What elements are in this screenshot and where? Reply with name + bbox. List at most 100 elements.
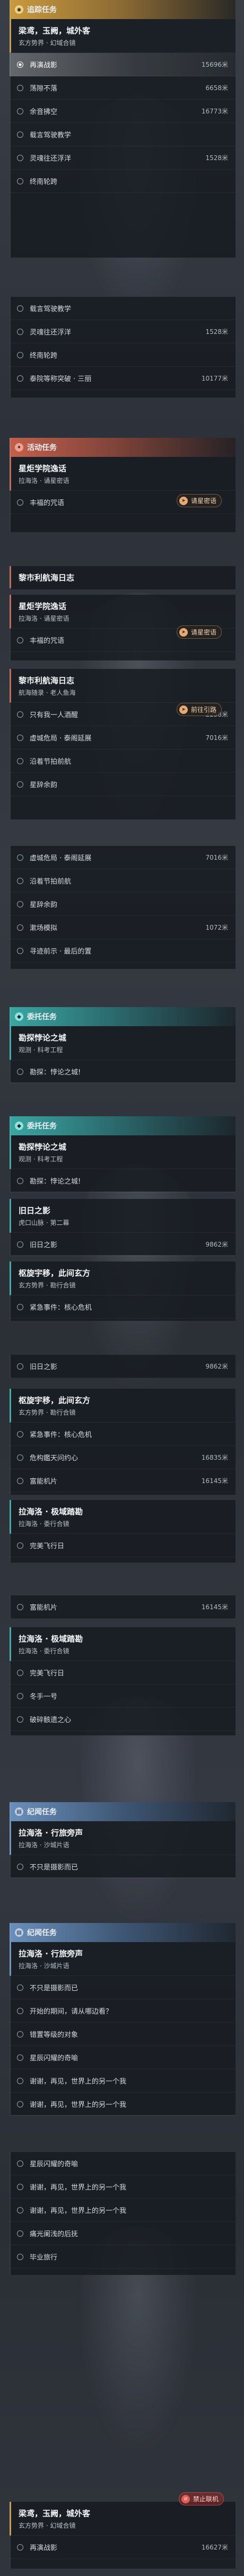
section-header-event[interactable]: ✦ 活动任务 — [10, 438, 236, 457]
objective-row[interactable]: 星辰闪耀的奇喻 — [10, 2152, 236, 2175]
objective-row[interactable]: 毕业旅行 — [10, 2245, 236, 2269]
objective-marker-icon — [17, 2253, 23, 2260]
objective-label: 冬手一号 — [30, 1693, 58, 1701]
objective-label: 勘探：悖论之城! — [30, 1178, 81, 1186]
objective-row[interactable]: 灵魂往还浮洋 1528米 — [10, 320, 236, 343]
objective-row[interactable]: 不只是摄影而已 — [10, 1855, 236, 1878]
objective-label: 星辞余韵 — [30, 901, 58, 909]
objective-row[interactable]: 谢谢，再见，世界上的另一个我 — [10, 2175, 236, 2199]
objective-row-selected[interactable]: 再演战影 15696米 — [10, 53, 236, 76]
quest-subtitle: 拉海洛 · 委行合镜 — [19, 1520, 69, 1528]
quest-title: 星炬学院逸话 — [19, 464, 67, 473]
objective-row[interactable]: 灵魂往还浮洋 1528米 — [10, 146, 236, 170]
objective-marker-icon — [17, 108, 23, 114]
section-header-lore[interactable]: ▤ 纪闻任务 — [10, 1923, 236, 1942]
objective-marker-icon — [17, 1477, 23, 1484]
objective-row[interactable]: 富能机片 16145米 — [10, 1469, 236, 1493]
objective-list-panel: 富能机片 16145米 — [10, 1595, 236, 1619]
lore-quest-panel: ▤ 纪闻任务 拉海洛 · 行旅旁声 拉海洛 · 沙城片语 不只是摄影而已 — [10, 1802, 236, 1878]
objective-marker-icon — [17, 351, 23, 358]
objective-row[interactable]: 载言驾驶教学 — [10, 297, 236, 320]
objective-row[interactable]: 危构鑑天问约心 16835米 — [10, 1446, 236, 1469]
objective-row[interactable]: 旧日之影 9862米 — [10, 1355, 236, 1378]
objective-row[interactable]: 星辞余韵 — [10, 893, 236, 916]
quest-title-card[interactable]: 拉海洛 · 行旅旁声 拉海洛 · 沙城片语 — [10, 1821, 236, 1855]
quest-title: 拉海洛 · 极域踏勘 — [19, 1634, 83, 1644]
objective-row[interactable]: 泰院等称突破 · 三丽 10177米 — [10, 367, 236, 390]
objective-marker-icon — [17, 1603, 23, 1610]
objective-row[interactable]: 错置等级的对象 — [10, 2023, 236, 2046]
objective-row[interactable]: 勘探：悖论之城! — [10, 1169, 236, 1193]
objective-marker-icon — [17, 2031, 23, 2037]
objective-row[interactable]: 虚城危局 · 泰阁延展 7016米 — [10, 846, 236, 869]
objective-row[interactable]: 载言驾驶教学 — [10, 123, 236, 146]
quest-title-card[interactable]: 枢旋宇移，此间玄方 玄方势界 · 勘行合镜 — [10, 1389, 236, 1423]
objective-row[interactable]: 破碎骸遗之心 — [10, 1708, 236, 1731]
quest-title-card[interactable]: 拉海洛 · 行旅旁声 拉海洛 · 沙城片语 — [10, 1942, 236, 1976]
objective-row[interactable]: 荡隙不落 6658米 — [10, 76, 236, 100]
objective-label: 旧日之影 — [30, 1241, 58, 1249]
track-button[interactable]: ➤ 请星密语 — [176, 494, 222, 507]
quest-title-card[interactable]: 黎市利航海日志 航海随录 · 老人鱼海 — [10, 669, 236, 703]
objective-row[interactable]: 终南轮跨 — [10, 343, 236, 367]
quest-title-card[interactable]: 梁鸢，玉阙，城外客 玄方势界 · 幻域合镜 — [10, 19, 236, 53]
section-header-commission[interactable]: ◆ 委托任务 — [10, 1116, 236, 1135]
event-quest-panel: 星炬学院逸话 拉海洛 · 诵星密语 ➤ 请星密语 丰福的咒语 — [10, 595, 236, 660]
section-header-tracked[interactable]: ◉ 追踪任务 — [10, 0, 236, 19]
objective-row[interactable]: 终南轮跨 — [10, 170, 236, 193]
objective-row[interactable]: 星辰闪耀的奇喻 — [10, 2046, 236, 2069]
objective-marker-icon — [17, 1363, 23, 1370]
quest-title: 旧日之影 — [19, 1206, 51, 1215]
quest-title-card[interactable]: 星炬学院逸话 拉海洛 · 诵星密语 — [10, 595, 236, 629]
quest-title: 拉海洛 · 行旅旁声 — [19, 1949, 83, 1959]
objective-list-panel: 虚城危局 · 泰阁延展 7016米 沿着节拍前航 星辞余韵 漱场模拟 1072米 寻… — [10, 846, 236, 969]
objective-distance: 9862米 — [205, 1363, 228, 1370]
objective-row[interactable]: 不只是摄影而已 — [10, 1976, 236, 1999]
objective-row[interactable]: 痛光阑浅的后抚 — [10, 2222, 236, 2245]
quest-title-card[interactable]: 黎市利航海日志 — [10, 566, 236, 588]
quest-title-card[interactable]: 星炬学院逸话 拉海洛 · 诵星密语 — [10, 457, 236, 491]
objective-row[interactable]: 虚城危局 · 泰阁延展 7016米 — [10, 726, 236, 749]
track-button[interactable]: ➤ 前往引路 — [176, 703, 222, 716]
objective-row[interactable]: 漱场模拟 1072米 — [10, 916, 236, 939]
track-button[interactable]: ➤ 请星密语 — [176, 625, 222, 639]
section-header-lore[interactable]: ▤ 纪闻任务 — [10, 1802, 236, 1821]
objective-row[interactable]: 完美飞行日 — [10, 1534, 236, 1557]
objective-row[interactable]: 谢谢，再见，世界上的另一个我 — [10, 2199, 236, 2222]
quest-title-card[interactable]: 梁鸢，玉阙，城外客 玄方势界 · 幻域合镜 — [10, 2502, 236, 2536]
objective-row[interactable]: 沿着节拍前航 — [10, 869, 236, 893]
objective-row[interactable]: 谢谢，再见，世界上的另一个我 — [10, 2069, 236, 2093]
quest-title-card[interactable]: 拉海洛 · 极域踏勘 拉海洛 · 委行合镜 — [10, 1500, 236, 1534]
quest-subtitle: 拉海洛 · 诵星密语 — [19, 477, 69, 484]
objective-row[interactable]: 余音拂空 16773米 — [10, 100, 236, 123]
objective-label: 载言驾驶教学 — [30, 305, 72, 313]
quest-title-card[interactable]: 勘探悖论之城 观测 · 科考工程 — [10, 1026, 236, 1060]
event-quest-panel: 黎市利航海日志航海随录 · 老人鱼海 ➤前往引路 只有我一人酒醒2258米 虚城… — [10, 669, 236, 819]
quest-title-card[interactable]: 旧日之影虎口山脉 · 第二幕 — [10, 1199, 236, 1233]
commission-quest-panel: ◆ 委托任务 勘探悖论之城 观测 · 科考工程 勘探：悖论之城! — [10, 1116, 236, 1193]
objective-row[interactable]: 谢谢，再见，世界上的另一个我 — [10, 2093, 236, 2116]
objective-row[interactable]: 开始的期间，请从哪边看？ — [10, 1999, 236, 2023]
objective-label: 虚城危局 · 泰阁延展 — [30, 735, 92, 743]
objective-marker-icon — [17, 2160, 23, 2167]
objective-row[interactable]: 沿着节拍前航 — [10, 749, 236, 773]
quest-title-card[interactable]: 枢旋宇移，此间玄方 玄方势界 · 勘行合镜 — [10, 1261, 236, 1295]
quest-subtitle: 虎口山脉 · 第二幕 — [19, 1219, 69, 1227]
objective-row[interactable]: 紧急事件：核心危机 — [10, 1295, 236, 1319]
objective-row[interactable]: 星辞余韵 — [10, 773, 236, 796]
book-icon: ▤ — [15, 1807, 23, 1816]
section-header-commission[interactable]: ◆ 委托任务 — [10, 1007, 236, 1026]
objective-row[interactable]: 紧急事件：核心危机 — [10, 1423, 236, 1446]
objective-row[interactable]: 寻迹前示 · 最后的置 — [10, 939, 236, 963]
objective-row[interactable]: 旧日之影 9862米 — [10, 1233, 236, 1256]
objective-row[interactable]: 完美飞行日 — [10, 1661, 236, 1684]
objective-row[interactable]: 冬手一号 — [10, 1684, 236, 1708]
quest-title-card[interactable]: 拉海洛 · 极域踏勘 拉海洛 · 委行合镜 — [10, 1627, 236, 1661]
objective-distance: 16145米 — [201, 1603, 228, 1611]
objective-row[interactable]: 勘探：悖论之城! — [10, 1060, 236, 1083]
objective-row[interactable]: 再演战影 16627米 — [10, 2536, 236, 2559]
quest-title-card[interactable]: 勘探悖论之城 观测 · 科考工程 — [10, 1135, 236, 1169]
quest-subtitle: 拉海洛 · 诵星密语 — [19, 615, 69, 622]
objective-marker-icon — [17, 305, 23, 312]
objective-row[interactable]: 富能机片 16145米 — [10, 1595, 236, 1619]
